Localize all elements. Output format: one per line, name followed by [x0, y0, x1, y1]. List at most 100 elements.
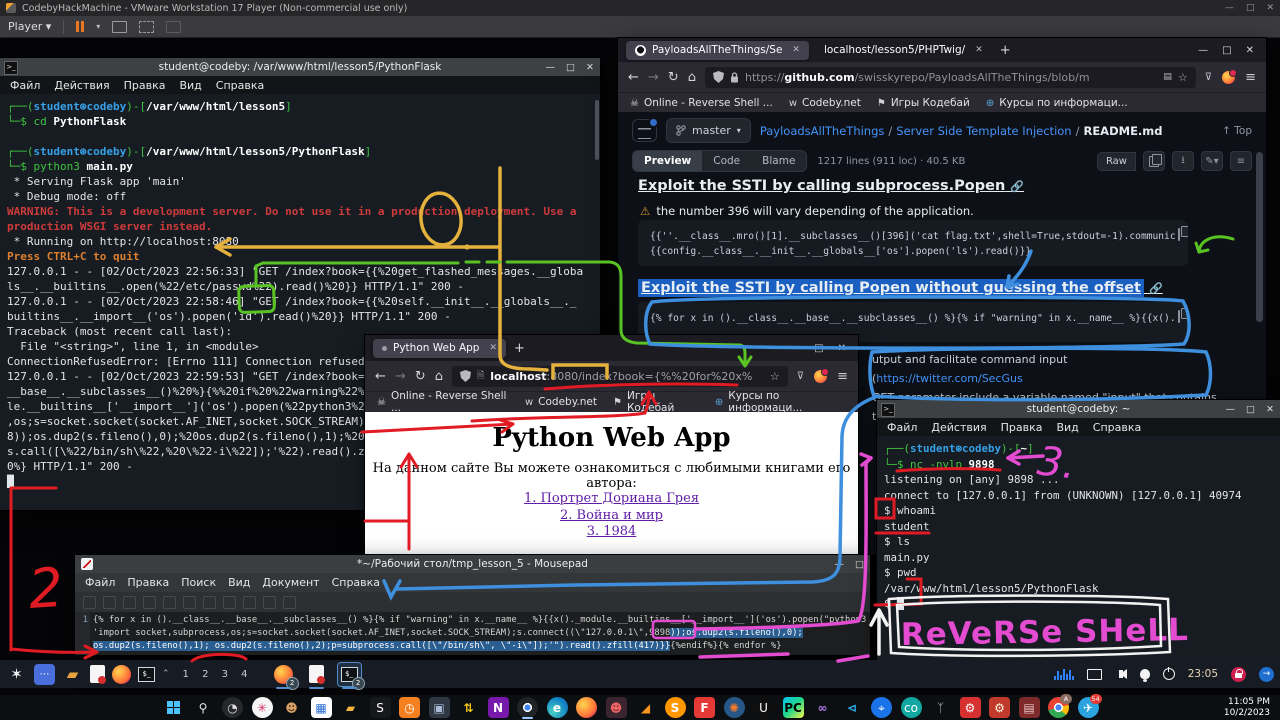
tab-localhost-phptwig[interactable]: localhost/lesson5/PHPTwig/✕ — [815, 41, 992, 60]
pocket-icon[interactable]: ⊽ — [797, 371, 804, 382]
taskbar-icon-toolbox[interactable]: ▤ — [1019, 697, 1040, 718]
reload-button[interactable]: ↻ — [668, 70, 679, 85]
taskbar-icon-chrome[interactable] — [517, 697, 538, 718]
firefox-account-icon[interactable] — [814, 370, 827, 383]
bookmark-skull[interactable]: ☠Online - Reverse Shell ... — [630, 97, 773, 109]
menu-item[interactable]: Вид — [228, 576, 250, 589]
bookmark-globe[interactable]: ⊕Курсы по информаци... — [986, 97, 1128, 109]
pocket-icon[interactable]: ⊽ — [1205, 72, 1212, 83]
twitter-link[interactable]: https://twitter.com/SecGus — [876, 372, 1022, 385]
taskbar-icon-firefox[interactable] — [576, 697, 597, 718]
launcher-files-app[interactable]: ⋯ — [34, 664, 55, 685]
minimize-button[interactable]: — — [790, 343, 800, 354]
maximize-button[interactable]: □ — [1246, 404, 1255, 415]
menu-item[interactable]: Вид — [1056, 421, 1078, 434]
pause-vm-button[interactable] — [76, 21, 84, 32]
anchor-link-icon[interactable]: 🔗 — [1010, 180, 1024, 193]
launcher-firefox[interactable] — [112, 665, 131, 684]
maximize-button[interactable]: □ — [566, 62, 575, 73]
taskbar-icon-search[interactable]: ⚲ — [193, 697, 214, 718]
menu-item[interactable]: Правка — [127, 576, 169, 589]
back-to-top-link[interactable]: ↑ Top — [1222, 125, 1252, 137]
undo-icon[interactable] — [163, 596, 176, 609]
new-tab-button[interactable]: + — [1000, 43, 1011, 58]
branch-selector[interactable]: master▾ — [666, 118, 751, 143]
copy-file-icon[interactable] — [1143, 151, 1165, 171]
taskbar-icon-telegram[interactable]: ✈54 — [1078, 697, 1099, 718]
copy-icon[interactable] — [223, 596, 236, 609]
taskbar-icon-assistant[interactable]: ☻ — [281, 697, 302, 718]
taskbar-icon-color-wheel[interactable]: ✳ — [252, 697, 273, 718]
minimize-button[interactable]: — — [1198, 45, 1208, 56]
launcher-folder[interactable] — [62, 664, 83, 685]
menu-item[interactable]: Правка — [124, 79, 166, 92]
reader-view-icon[interactable]: ▤ — [1163, 72, 1172, 82]
copy-code-icon[interactable] — [1178, 228, 1180, 241]
minimize-button[interactable]: — — [1226, 404, 1236, 415]
app-menu-icon[interactable]: ≡ — [837, 369, 848, 384]
taskbar-icon-dragon[interactable]: ᛉ — [930, 697, 951, 718]
taskbar-icon-shottr[interactable]: S — [370, 697, 391, 718]
taskbar-icon-sublime[interactable]: S — [665, 697, 686, 718]
bookmark-flag[interactable]: ⚑Игры Кодебай — [613, 390, 699, 414]
book-link-1[interactable]: 1. Портрет Дориана Грея — [365, 491, 858, 508]
file-tree-icon[interactable] — [632, 119, 657, 142]
bookmark-star-icon[interactable]: ☆ — [1178, 71, 1188, 84]
taskbar-icon-carrot[interactable]: ◢ — [635, 697, 656, 718]
new-tab-button[interactable]: + — [514, 341, 525, 356]
power-icon[interactable] — [1163, 668, 1175, 680]
bookmark-w-logo[interactable]: wCodeby.net — [789, 97, 861, 109]
scrollbar[interactable] — [595, 100, 599, 160]
tab-preview[interactable]: Preview — [633, 151, 702, 171]
taskbar-icon-onenote[interactable]: N — [488, 697, 509, 718]
taskbar-icon-file-explorer[interactable]: ▰ — [340, 697, 361, 718]
bookmark-w-logo[interactable]: wCodeby.net — [525, 396, 597, 408]
bookmark-globe[interactable]: ⊕Курсы по информаци... — [715, 390, 846, 414]
menu-item[interactable]: Файл — [85, 576, 115, 589]
menu-item[interactable]: Действия — [931, 421, 986, 434]
taskbar-icon-edge[interactable]: e — [547, 697, 568, 718]
book-link-3[interactable]: 3. 1984 — [365, 524, 858, 541]
close-button[interactable]: ✕ — [1266, 404, 1274, 415]
download-icon[interactable]: ⭳ — [1172, 151, 1194, 171]
copy-code-icon[interactable] — [1178, 310, 1180, 323]
linux-clock[interactable]: 23:05 — [1188, 668, 1218, 680]
menu-item[interactable]: Правка — [1001, 421, 1043, 434]
maximize-button[interactable]: □ — [814, 343, 823, 354]
taskbar-icon-dashboard[interactable]: ◔ — [222, 697, 243, 718]
workspace-switcher[interactable]: 1 2 3 4 — [183, 669, 253, 680]
paste-icon[interactable] — [243, 596, 256, 609]
close-button[interactable]: ✕ — [586, 62, 594, 73]
display-icon[interactable] — [1087, 669, 1102, 680]
taskbar-icon-maps-pin[interactable]: ⌖ — [871, 697, 892, 718]
notifications-icon[interactable] — [1140, 669, 1150, 679]
taskbar-icon-start[interactable] — [163, 697, 184, 718]
back-button[interactable]: ← — [375, 369, 386, 384]
back-button[interactable]: ← — [628, 70, 639, 85]
pause-dropdown-caret[interactable]: ▾ — [96, 22, 100, 31]
mousepad-titlebar[interactable]: *~/Рабочий стол/tmp_lesson_5 - Mousepad … — [75, 555, 870, 573]
minimize-button[interactable]: — — [546, 62, 556, 73]
taskbar-icon-chrome-profile[interactable]: A — [1048, 697, 1069, 718]
menu-item[interactable]: Действия — [54, 79, 109, 92]
taskbar-icon-calendar[interactable]: ▦ — [311, 697, 332, 718]
bookmark-skull[interactable]: ☠Online - Reverse Shell ... — [377, 390, 509, 414]
send-ctrl-alt-del-icon[interactable] — [112, 21, 127, 33]
taskbar-icon-visual-studio[interactable]: ∞ — [812, 697, 833, 718]
search-replace-icon[interactable] — [283, 596, 296, 609]
search-icon[interactable] — [263, 596, 276, 609]
menu-item[interactable]: Файл — [10, 79, 40, 92]
home-button[interactable]: ⌂ — [688, 70, 696, 85]
close-button[interactable]: □ — [855, 559, 864, 570]
tab-code[interactable]: Code — [702, 151, 751, 171]
new-file-icon[interactable] — [83, 596, 96, 609]
forward-button[interactable]: → — [648, 70, 659, 85]
edit-pencil-icon[interactable]: ✎▾ — [1201, 151, 1223, 171]
open-app-firefox[interactable]: 2 — [272, 663, 295, 686]
menu-item[interactable]: Документ — [262, 576, 319, 589]
code-block-1[interactable]: {{''.__class__.mro()[1].__subclasses__()… — [638, 220, 1188, 266]
screen-lock-icon[interactable] — [1231, 667, 1246, 682]
close-button[interactable]: ✕ — [838, 343, 846, 354]
bookmark-flag[interactable]: ⚑Игры Кодебай — [877, 97, 970, 109]
menu-item[interactable]: Файл — [887, 421, 917, 434]
